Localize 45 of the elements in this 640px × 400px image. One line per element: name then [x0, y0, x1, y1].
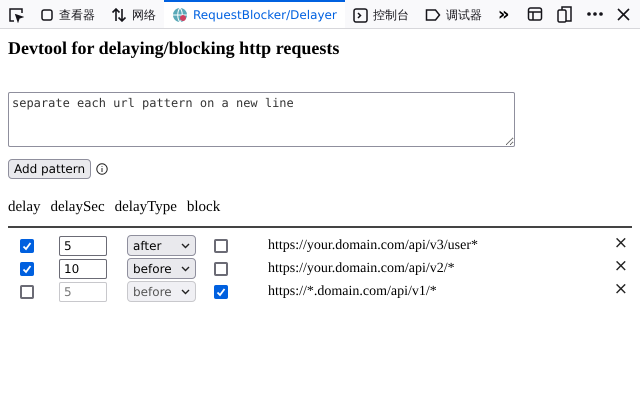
devtools-tab[interactable]: 控制台: [344, 0, 417, 28]
caret-icon: [181, 288, 190, 294]
element-picker-icon: [8, 7, 24, 23]
block-checkbox[interactable]: [214, 262, 228, 276]
delay-checkbox[interactable]: [20, 284, 34, 298]
url-pattern: https://your.domain.com/api/v2/*: [268, 260, 456, 276]
devtools-tab[interactable]: RequestBlocker/Delayer: [164, 0, 345, 28]
info-icon[interactable]: [96, 163, 108, 175]
tag-icon: [424, 8, 441, 22]
delay-seconds-input[interactable]: 5: [59, 282, 107, 302]
devtools-tab[interactable]: 网络: [103, 0, 164, 28]
remove-button[interactable]: ×: [614, 256, 628, 276]
column-header: block: [186, 199, 220, 216]
caret-icon: [181, 242, 190, 248]
column-header: delaySec: [50, 199, 105, 216]
up-down-arrows-icon: [111, 7, 127, 23]
delay-checkbox[interactable]: [20, 262, 34, 276]
url-pattern: https://*.domain.com/api/v1/*: [268, 284, 438, 300]
remove-button[interactable]: ×: [614, 278, 628, 298]
delay-type-select[interactable]: before: [127, 281, 196, 302]
layout-icon[interactable]: [527, 6, 543, 22]
console-icon: [352, 8, 368, 22]
block-checkbox[interactable]: [214, 238, 228, 252]
delay-type-select[interactable]: after: [127, 235, 196, 256]
inspector-icon: [40, 8, 54, 22]
url-pattern: https://your.domain.com/api/v3/user*: [268, 238, 479, 254]
page-heading: Devtool for delaying/blocking http requests: [8, 38, 340, 59]
block-checkbox[interactable]: [214, 284, 228, 298]
column-header: delay: [8, 199, 40, 216]
remove-button[interactable]: ×: [614, 232, 628, 252]
devtools-tab[interactable]: 调试器: [416, 0, 490, 28]
devtools-tab[interactable]: 查看器: [32, 0, 103, 28]
caret-icon: [181, 266, 190, 272]
delay-type-select[interactable]: before: [127, 258, 196, 279]
add-pattern-button[interactable]: Add pattern: [8, 159, 92, 179]
delay-seconds-input[interactable]: 5: [59, 236, 107, 256]
delay-seconds-input[interactable]: 10: [59, 258, 107, 278]
globe-icon: [172, 7, 188, 23]
column-header: delayType: [114, 199, 177, 216]
delay-checkbox[interactable]: [20, 238, 34, 252]
overflow-tabs-button[interactable]: »: [490, 4, 518, 24]
close-icon[interactable]: [617, 8, 630, 20]
responsive-design-icon[interactable]: [557, 5, 573, 23]
more-icon[interactable]: [587, 12, 603, 16]
url-pattern-input[interactable]: separate each url pattern on a new line: [8, 92, 515, 147]
